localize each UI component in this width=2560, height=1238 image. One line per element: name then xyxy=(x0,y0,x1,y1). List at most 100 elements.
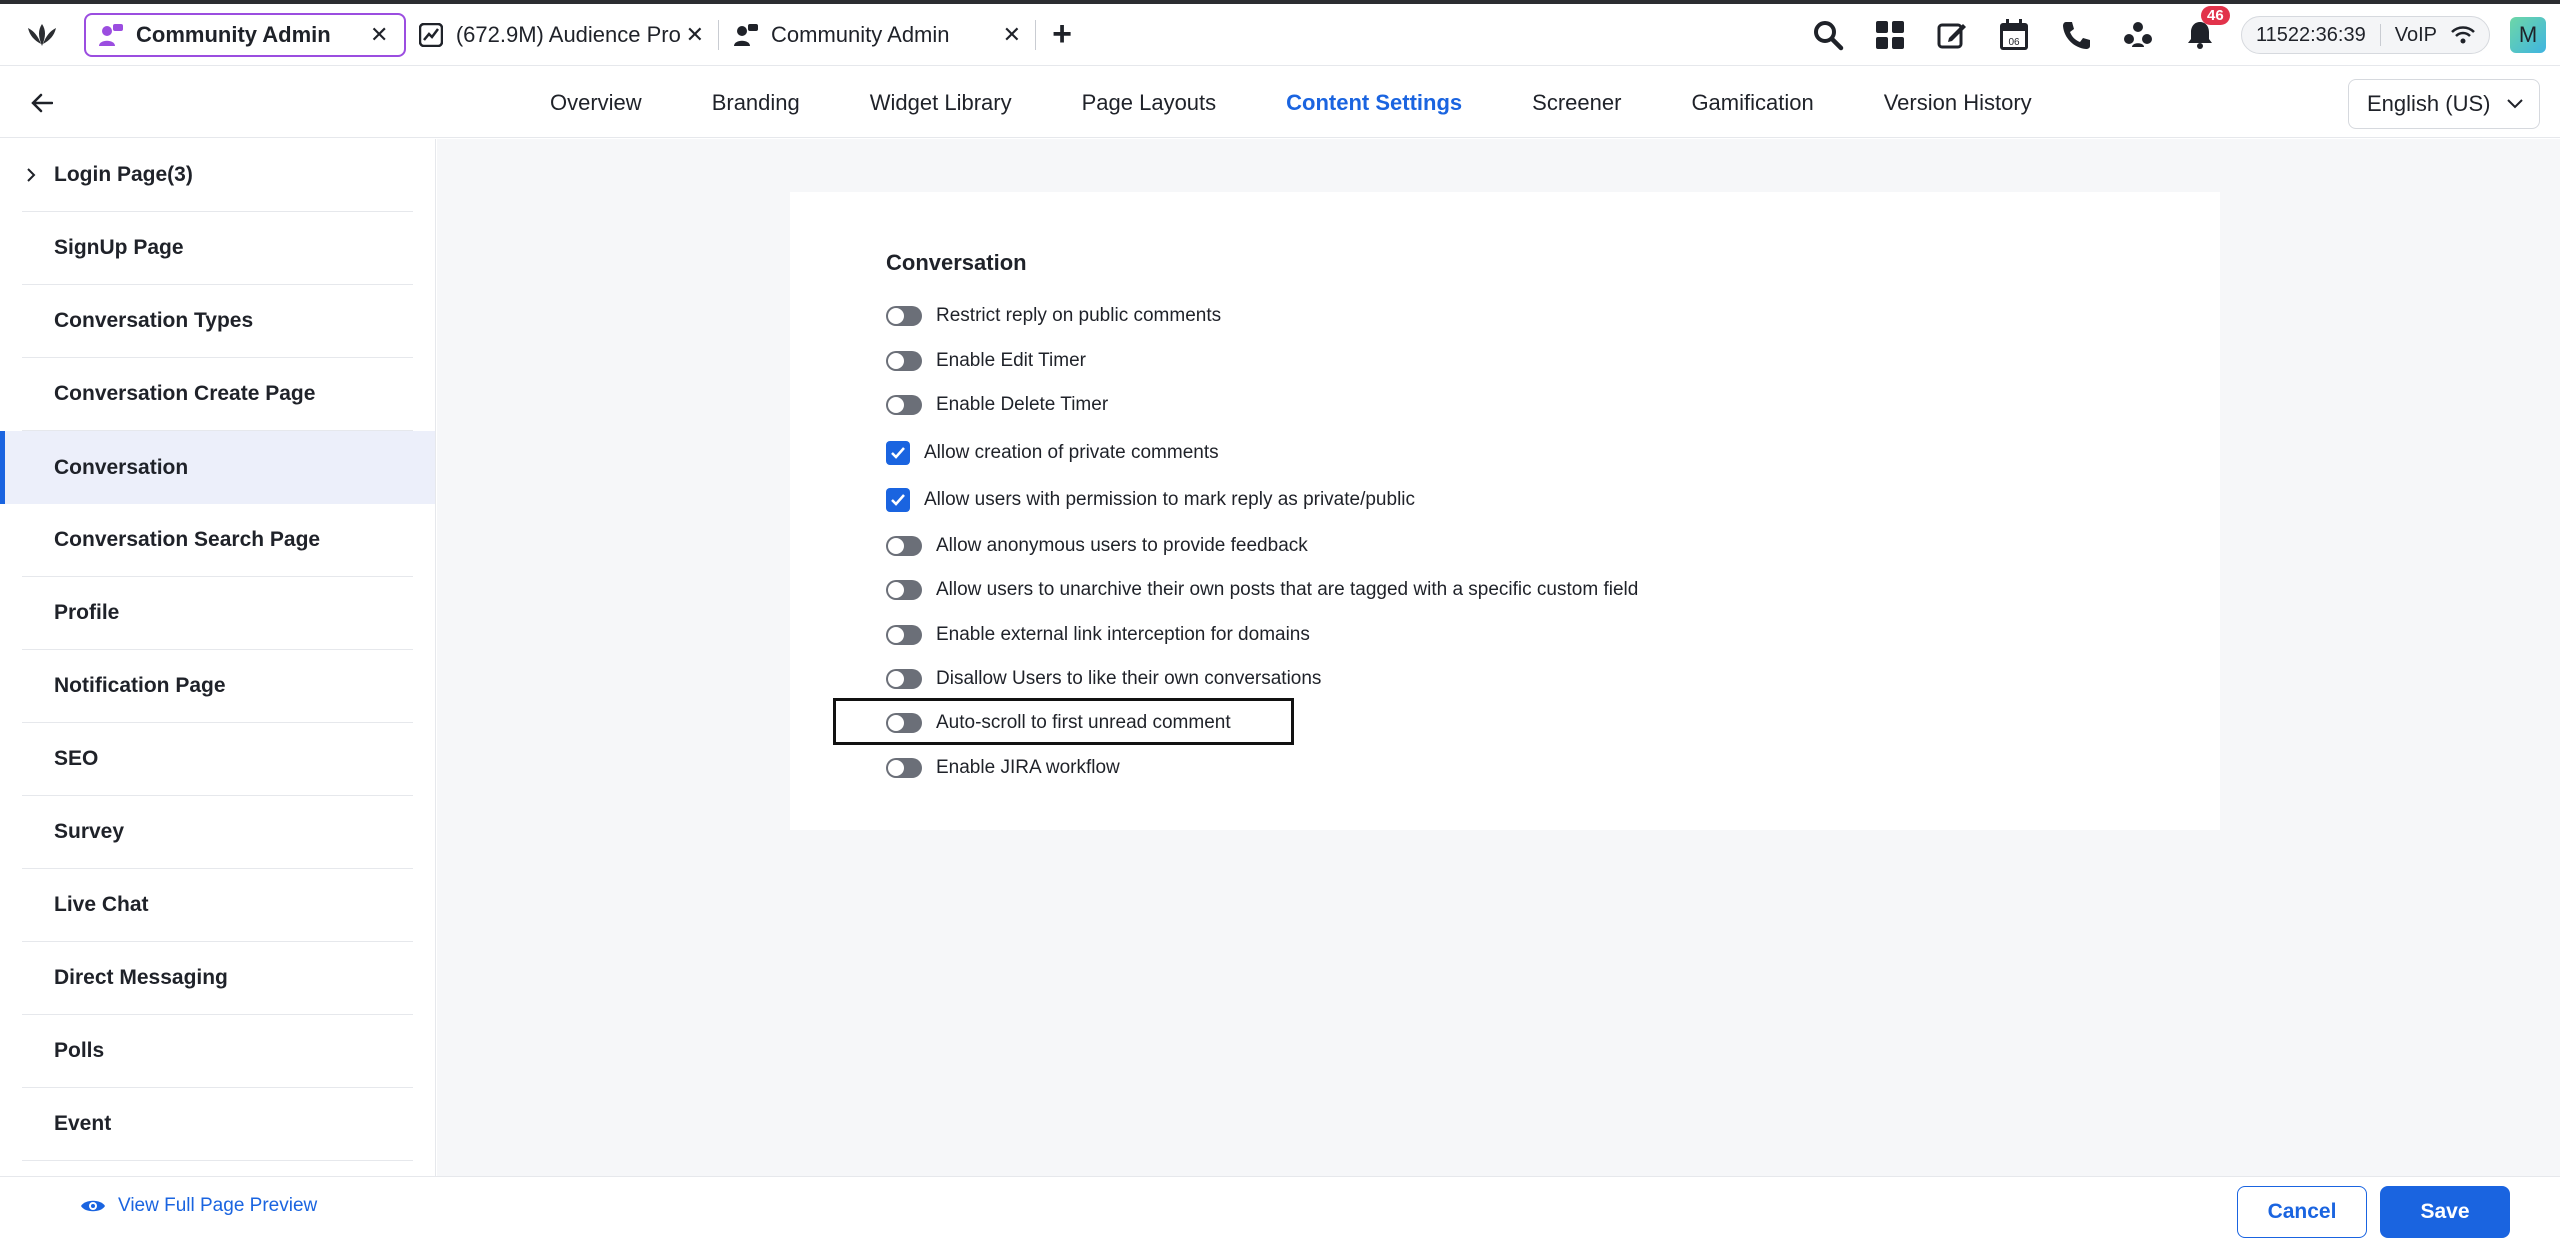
sidebar-item-label: Event xyxy=(54,1112,112,1135)
sidebar-item-label: Polls xyxy=(54,1039,105,1062)
tab-gamification[interactable]: Gamification xyxy=(1691,90,1813,116)
option-link-interception: Enable external link interception for do… xyxy=(886,620,1310,650)
tab-page-layouts[interactable]: Page Layouts xyxy=(1082,90,1217,116)
sidebar-item-signup-page[interactable]: SignUp Page xyxy=(22,212,413,285)
sidebar-item-polls[interactable]: Polls xyxy=(22,1015,413,1088)
tab-label: (672.9M) Audience Profile xyxy=(455,21,680,47)
search-icon[interactable] xyxy=(1797,4,1859,66)
sidebar-item-label: Survey xyxy=(54,820,125,843)
chevron-right-icon[interactable] xyxy=(26,165,36,189)
sidebar-item-conversation-search-page[interactable]: Conversation Search Page xyxy=(22,504,413,577)
option-auto-scroll: Auto-scroll to first unread comment xyxy=(886,708,1231,738)
settings-tabs: Overview Branding Widget Library Page La… xyxy=(550,67,2102,138)
sidebar-item-profile[interactable]: Profile xyxy=(22,577,413,650)
option-label: Auto-scroll to first unread comment xyxy=(936,712,1231,733)
tab-label: Community Admin xyxy=(771,21,950,47)
option-label: Allow users to unarchive their own posts… xyxy=(936,579,1639,600)
sidebar-item-login-page[interactable]: Login Page(3) xyxy=(22,139,413,212)
option-label: Allow anonymous users to provide feedbac… xyxy=(936,535,1308,556)
sidebar-item-live-chat[interactable]: Live Chat xyxy=(22,869,413,942)
checkmark-icon xyxy=(891,494,905,506)
tab-community-admin-active[interactable]: Community Admin ✕ xyxy=(84,12,406,57)
svg-text:06: 06 xyxy=(2008,37,2020,48)
sidebar-item-label: SEO xyxy=(54,747,99,770)
voip-label: VoIP xyxy=(2394,23,2437,46)
language-value: English (US) xyxy=(2367,91,2491,116)
sidebar-item-label: Direct Messaging xyxy=(54,966,228,989)
notification-bell-icon[interactable]: 46 xyxy=(2169,4,2231,66)
sidebar-item-conversation-create-page[interactable]: Conversation Create Page xyxy=(22,358,413,431)
sidebar-item-seo[interactable]: SEO xyxy=(22,723,413,796)
view-full-page-preview-link[interactable]: View Full Page Preview xyxy=(80,1195,317,1217)
main-content: Conversation Restrict reply on public co… xyxy=(437,139,2560,1176)
app-logo-icon[interactable] xyxy=(0,4,84,66)
toggle-switch[interactable] xyxy=(886,758,922,778)
save-button[interactable]: Save xyxy=(2380,1186,2510,1238)
tab-version-history[interactable]: Version History xyxy=(1884,90,2032,116)
checkbox-checked[interactable] xyxy=(886,488,910,512)
conversation-settings-card: Conversation Restrict reply on public co… xyxy=(790,192,2220,830)
toggle-switch[interactable] xyxy=(886,669,922,689)
checkbox-checked[interactable] xyxy=(886,441,910,465)
tab-content-settings[interactable]: Content Settings xyxy=(1286,90,1462,116)
back-arrow-icon[interactable] xyxy=(22,85,62,121)
divider xyxy=(2379,24,2381,46)
close-tab-icon[interactable]: ✕ xyxy=(370,22,388,48)
toggle-switch[interactable] xyxy=(886,351,922,371)
tab-community-admin[interactable]: Community Admin ✕ xyxy=(721,13,1033,57)
sidebar-item-label: Notification Page xyxy=(54,674,226,697)
phone-icon[interactable] xyxy=(2045,4,2107,66)
sidebar-item-event[interactable]: Event xyxy=(22,1088,413,1161)
session-timer: 11522:36:39 xyxy=(2255,23,2366,46)
footer-bar: View Full Page Preview Cancel Save xyxy=(0,1176,2560,1238)
preview-label: View Full Page Preview xyxy=(118,1195,318,1216)
sidebar-item-survey[interactable]: Survey xyxy=(22,796,413,869)
tab-overview[interactable]: Overview xyxy=(550,90,642,116)
browser-tab-bar: Community Admin ✕ (672.9M) Audience Prof… xyxy=(0,4,2560,66)
calendar-icon[interactable]: 06 xyxy=(1983,4,2045,66)
sidebar-item-notification-page[interactable]: Notification Page xyxy=(22,650,413,723)
close-tab-icon[interactable]: ✕ xyxy=(686,22,704,48)
community-admin-icon xyxy=(98,22,124,48)
option-private-comments: Allow creation of private comments xyxy=(886,438,1219,468)
sidebar-item-direct-messaging[interactable]: Direct Messaging xyxy=(22,942,413,1015)
option-restrict-reply: Restrict reply on public comments xyxy=(886,301,1221,331)
option-label: Enable JIRA workflow xyxy=(936,757,1120,778)
settings-sidebar: Login Page(3) SignUp Page Conversation T… xyxy=(0,139,436,1176)
tab-audience-profile[interactable]: (672.9M) Audience Profile ✕ xyxy=(406,13,716,57)
option-label: Enable Delete Timer xyxy=(936,394,1109,415)
sidebar-item-label: SignUp Page xyxy=(54,236,184,259)
cancel-button[interactable]: Cancel xyxy=(2237,1186,2367,1238)
tab-branding[interactable]: Branding xyxy=(712,90,800,116)
sidebar-item-conversation-types[interactable]: Conversation Types xyxy=(22,285,413,358)
toggle-switch[interactable] xyxy=(886,306,922,326)
toggle-switch[interactable] xyxy=(886,713,922,733)
compose-icon[interactable] xyxy=(1921,4,1983,66)
chevron-down-icon xyxy=(2507,99,2523,109)
notification-count-badge: 46 xyxy=(2200,6,2230,25)
tab-label: Community Admin xyxy=(136,21,331,47)
new-tab-plus-icon[interactable]: + xyxy=(1038,13,1086,57)
community-group-icon[interactable] xyxy=(2107,4,2169,66)
sidebar-item-label: Live Chat xyxy=(54,893,149,916)
tab-widget-library[interactable]: Widget Library xyxy=(870,90,1012,116)
toggle-switch[interactable] xyxy=(886,625,922,645)
toggle-switch[interactable] xyxy=(886,536,922,556)
apps-grid-icon[interactable] xyxy=(1859,4,1921,66)
checkmark-icon xyxy=(891,447,905,459)
option-jira-workflow: Enable JIRA workflow xyxy=(886,753,1120,783)
sidebar-item-label: Conversation Create Page xyxy=(54,382,316,405)
wifi-icon xyxy=(2451,25,2475,45)
close-tab-icon[interactable]: ✕ xyxy=(1003,22,1021,48)
toggle-switch[interactable] xyxy=(886,395,922,415)
header-actions: 06 46 11522:36:39 VoIP M xyxy=(1797,4,2560,66)
option-delete-timer: Enable Delete Timer xyxy=(886,390,1108,420)
settings-navbar: Overview Branding Widget Library Page La… xyxy=(0,67,2560,138)
language-select[interactable]: English (US) xyxy=(2348,79,2540,129)
toggle-switch[interactable] xyxy=(886,580,922,600)
option-label: Restrict reply on public comments xyxy=(936,305,1222,326)
sidebar-item-conversation[interactable]: Conversation xyxy=(0,431,435,504)
user-avatar[interactable]: M xyxy=(2510,17,2546,53)
tab-screener[interactable]: Screener xyxy=(1532,90,1621,116)
timer-voip-pill[interactable]: 11522:36:39 VoIP xyxy=(2240,16,2490,54)
